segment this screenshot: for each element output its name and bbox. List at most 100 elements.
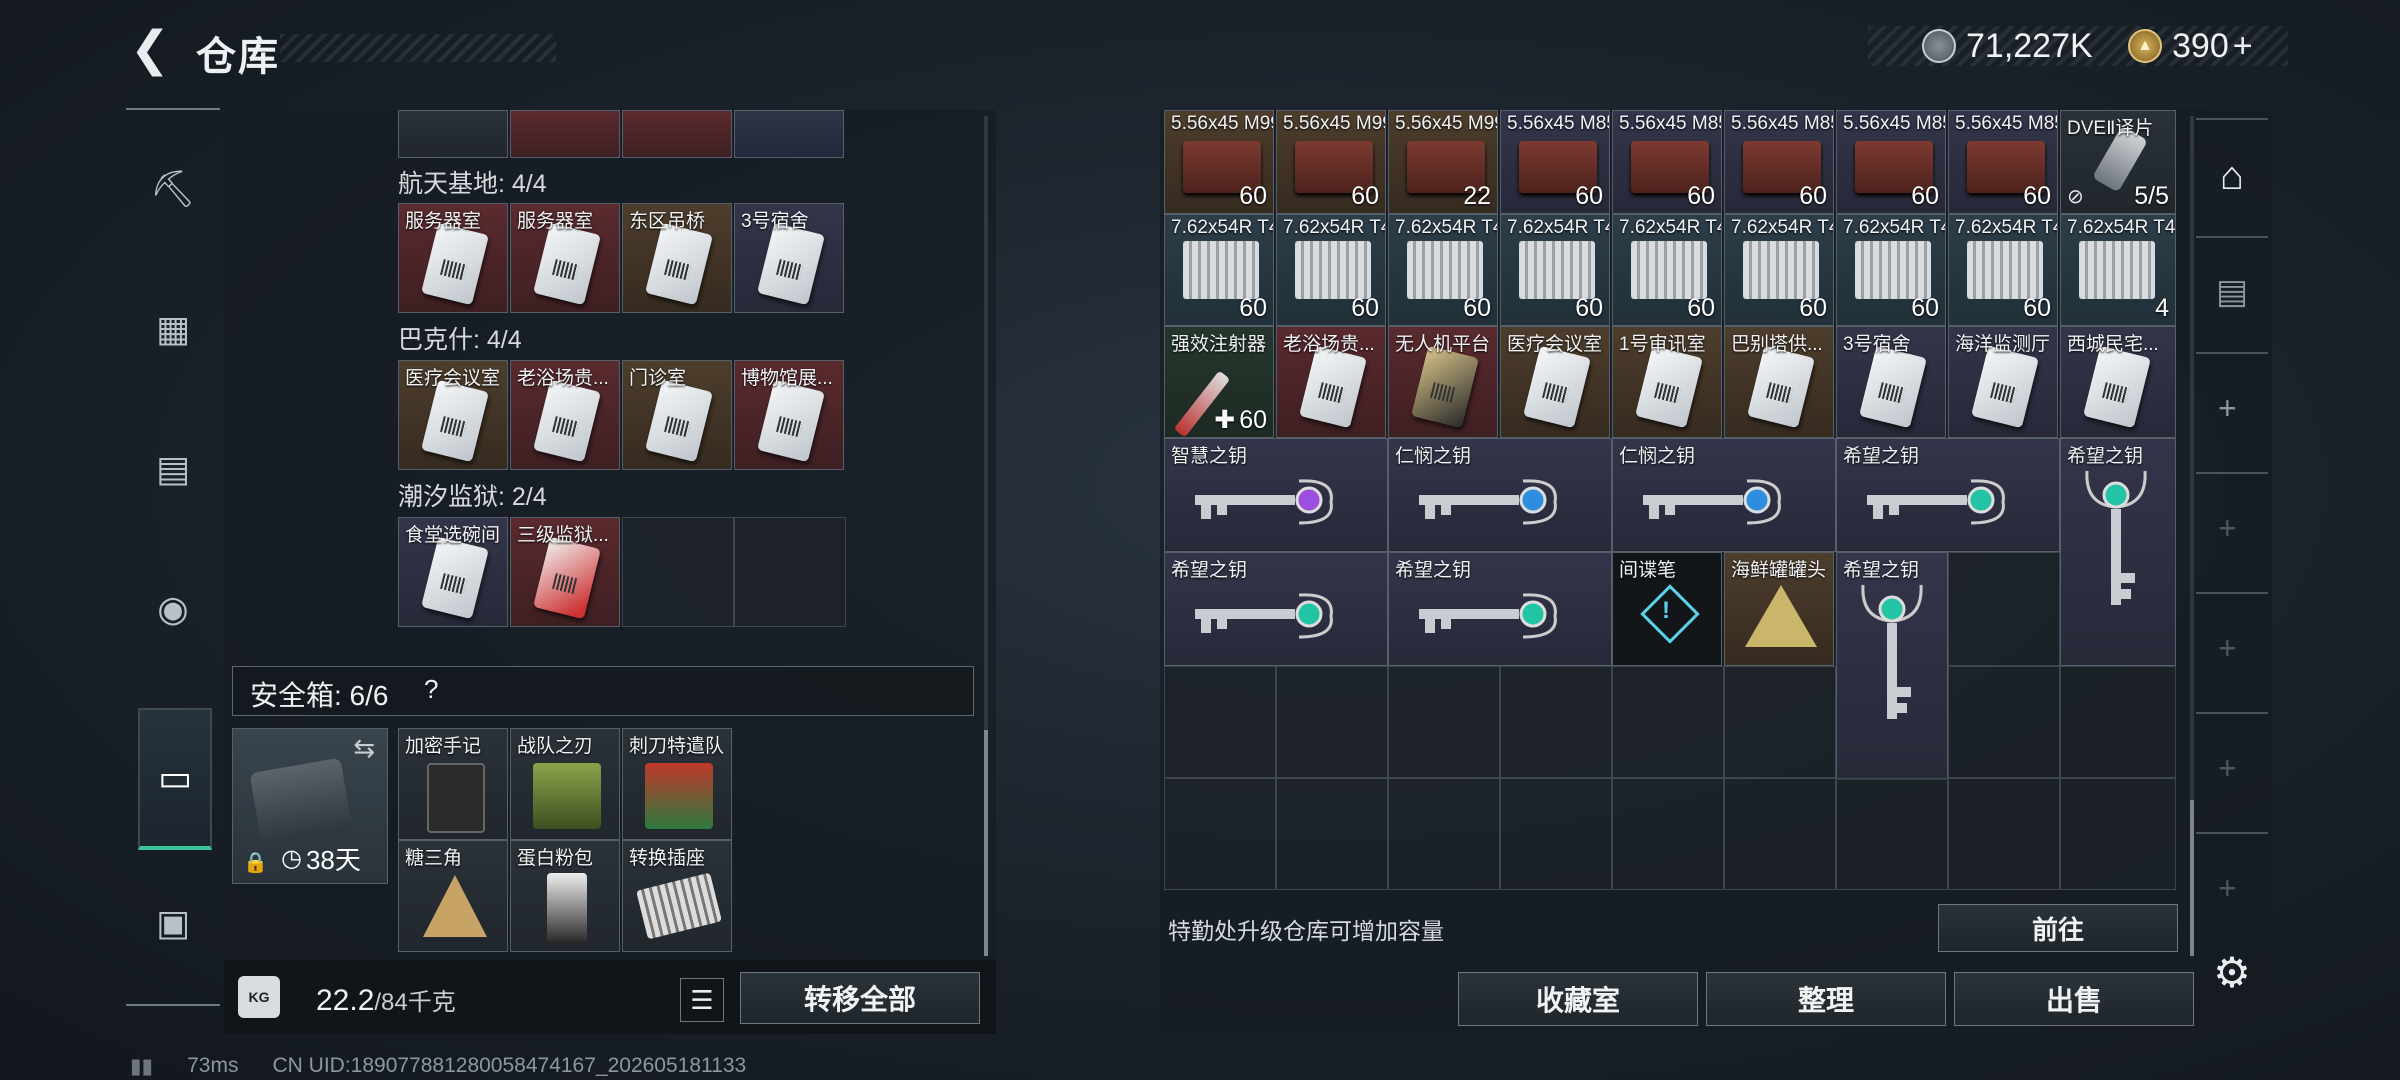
ammo-item[interactable]: 5.56x45 M855A160	[1836, 110, 1946, 214]
safebox-item[interactable]: 蛋白粉包	[510, 840, 620, 952]
ammo-item[interactable]: 7.62x54R T46M60	[1948, 214, 2058, 326]
inventory-cell[interactable]	[734, 110, 844, 158]
inventory-cell[interactable]	[510, 110, 620, 158]
key-item[interactable]: 希望之钥	[1164, 552, 1388, 666]
backpack-icon[interactable]: ▤	[138, 434, 208, 504]
keycard-item[interactable]: 海洋监测厅	[1948, 326, 2058, 438]
help-icon[interactable]: ?	[424, 674, 438, 705]
organize-button[interactable]: 整理	[1706, 972, 1946, 1026]
gold-currency[interactable]: ▲ 390 +	[2128, 24, 2253, 68]
ammo-item[interactable]: 5.56x45 M855A160	[1500, 110, 1610, 214]
empty-slot[interactable]	[1612, 778, 1724, 890]
canned-food-item[interactable]: 海鲜罐罐头	[1724, 552, 1834, 666]
spy-pen-item[interactable]: 间谍笔!	[1612, 552, 1722, 666]
empty-slot[interactable]	[1276, 666, 1388, 778]
add-tab-icon[interactable]: +	[2218, 870, 2237, 907]
inventory-cell[interactable]	[622, 110, 732, 158]
empty-slot[interactable]	[1948, 552, 2060, 666]
empty-slot[interactable]	[1388, 778, 1500, 890]
keycard-item[interactable]: 1号审讯室	[1612, 326, 1722, 438]
ammo-item[interactable]: 5.56x45 M99560	[1276, 110, 1386, 214]
keycard-item[interactable]: 3号宿舍	[1836, 326, 1946, 438]
ammo-item[interactable]: 7.62x54R T46M60	[1388, 214, 1498, 326]
ammo-item[interactable]: 5.56x45 M855A160	[1612, 110, 1722, 214]
key-item[interactable]: 仁悯之钥	[1612, 438, 1836, 552]
keycard-item[interactable]: 东区吊桥	[622, 203, 732, 313]
keycard-item[interactable]: 医疗会议室	[1500, 326, 1610, 438]
safebox-item[interactable]: 糖三角	[398, 840, 508, 952]
empty-slot[interactable]	[1164, 778, 1276, 890]
ammo-item[interactable]: 7.62x54R T46M60	[1724, 214, 1834, 326]
key-item[interactable]: 希望之钥	[2060, 438, 2176, 666]
empty-slot[interactable]	[622, 517, 734, 627]
keycard-item[interactable]: 老浴场贵...	[510, 360, 620, 470]
empty-slot[interactable]	[1724, 666, 1836, 778]
empty-slot[interactable]	[1948, 666, 2060, 778]
injector-item[interactable]: 强效注射器 ✚ 60	[1164, 326, 1274, 438]
goto-button[interactable]: 前往	[1938, 904, 2178, 952]
keycard-item[interactable]: 食堂选碗间	[398, 517, 508, 627]
keycard-item[interactable]: 巴别塔供...	[1724, 326, 1834, 438]
safebox-case[interactable]: ⇆ 🔒 ◷ 38天	[232, 728, 388, 884]
list-icon[interactable]: ☰	[680, 978, 724, 1022]
empty-slot[interactable]	[1724, 778, 1836, 890]
ammo-item[interactable]: 5.56x45 M99522	[1388, 110, 1498, 214]
ammo-item[interactable]: 7.62x54R T46M60	[1164, 214, 1274, 326]
keycard-item[interactable]: 服务器室	[510, 203, 620, 313]
safebox-item[interactable]: 转换插座	[622, 840, 732, 952]
key-item[interactable]: 希望之钥	[1388, 552, 1612, 666]
helmet-icon[interactable]: ◉	[138, 574, 208, 644]
ammo-item[interactable]: 7.62x54R T46M4	[2060, 214, 2176, 326]
empty-slot[interactable]	[1388, 666, 1500, 778]
ammo-item[interactable]: 7.62x54R T46M60	[1612, 214, 1722, 326]
armor-icon[interactable]: ▦	[138, 294, 208, 364]
keycard-item[interactable]: 无人机平台	[1388, 326, 1498, 438]
ammo-item[interactable]: 5.56x45 M855A160	[1724, 110, 1834, 214]
empty-slot[interactable]	[1500, 666, 1612, 778]
empty-slot[interactable]	[1164, 666, 1276, 778]
empty-slot[interactable]	[2060, 778, 2176, 890]
back-icon[interactable]: ❮	[128, 23, 172, 76]
safebox-item[interactable]: 刺刀特遣队	[622, 728, 732, 840]
inventory-cell[interactable]	[398, 110, 508, 158]
add-tab-icon[interactable]: +	[2218, 390, 2237, 427]
keycard-item[interactable]: 3号宿舍	[734, 203, 844, 313]
keycard-item[interactable]: 博物馆展...	[734, 360, 844, 470]
ticket-icon[interactable]: ▤	[2208, 268, 2256, 316]
weapon-icon[interactable]: ⛏	[138, 154, 208, 224]
warehouse-tab-icon[interactable]: ⌂	[2208, 152, 2256, 200]
safebox-tab-icon[interactable]: ▭	[138, 708, 212, 850]
keycard-item[interactable]: 服务器室	[398, 203, 508, 313]
toolbox-icon[interactable]: ▣	[138, 888, 208, 958]
add-gold-button[interactable]: +	[2233, 27, 2253, 66]
add-tab-icon[interactable]: +	[2218, 750, 2237, 787]
settings-gear-icon[interactable]: ⚙	[2208, 948, 2256, 996]
ammo-item[interactable]: 5.56x45 M855A160	[1948, 110, 2058, 214]
empty-slot[interactable]	[1612, 666, 1724, 778]
keycard-item[interactable]: 门诊室	[622, 360, 732, 470]
key-item[interactable]: 智慧之钥	[1164, 438, 1388, 552]
sell-button[interactable]: 出售	[1954, 972, 2194, 1026]
chip-item[interactable]: DVEⅡ译片 ⊘ 5/5	[2060, 110, 2176, 214]
left-scrollbar-thumb[interactable]	[984, 730, 988, 956]
right-scrollbar-thumb[interactable]	[2190, 800, 2194, 956]
keycard-item[interactable]: 三级监狱...	[510, 517, 620, 627]
empty-slot[interactable]	[1836, 778, 1948, 890]
swap-icon[interactable]: ⇆	[353, 733, 375, 764]
empty-slot[interactable]	[2060, 666, 2176, 778]
empty-slot[interactable]	[1948, 778, 2060, 890]
safebox-item[interactable]: 战队之刃	[510, 728, 620, 840]
empty-slot[interactable]	[734, 517, 846, 627]
transfer-all-button[interactable]: 转移全部	[740, 972, 980, 1024]
empty-slot[interactable]	[1276, 778, 1388, 890]
keycard-item[interactable]: 老浴场贵...	[1276, 326, 1386, 438]
safebox-item[interactable]: 加密手记	[398, 728, 508, 840]
add-tab-icon[interactable]: +	[2218, 510, 2237, 547]
ammo-item[interactable]: 7.62x54R T46M60	[1500, 214, 1610, 326]
collection-room-button[interactable]: 收藏室	[1458, 972, 1698, 1026]
add-tab-icon[interactable]: +	[2218, 630, 2237, 667]
ammo-item[interactable]: 7.62x54R T46M60	[1276, 214, 1386, 326]
key-item[interactable]: 希望之钥	[1836, 552, 1948, 780]
ammo-item[interactable]: 7.62x54R T46M60	[1836, 214, 1946, 326]
ammo-item[interactable]: 5.56x45 M99560	[1164, 110, 1274, 214]
